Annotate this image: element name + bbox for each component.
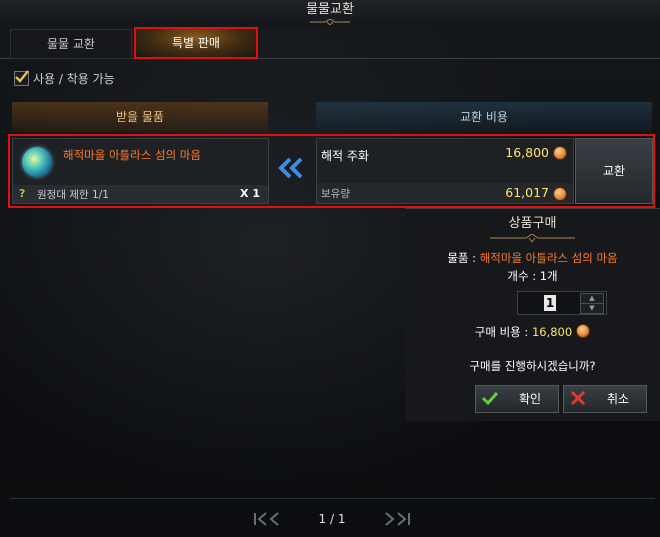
receive-item-footer: ? 원정대 제한 1/1 X 1	[13, 185, 268, 203]
item-row: 해적마을 아틀라스 섬의 마음 ? 원정대 제한 1/1 X 1 해적 주화 1…	[8, 134, 655, 208]
cost-card: 해적 주화 16,800 보유량 61,017	[316, 138, 574, 204]
tab-bar: 물물 교환 특별 판매	[0, 27, 660, 59]
check-icon	[482, 391, 498, 406]
title-ornament-icon	[310, 19, 350, 25]
divider	[10, 498, 655, 499]
purchase-item-name: 해적마을 아틀라스 섬의 마음	[479, 251, 618, 265]
usable-checkbox[interactable]	[14, 69, 29, 86]
purchase-cost-line: 구매 비용 : 16,800	[405, 324, 660, 340]
purchase-item-prefix: 물품 :	[447, 251, 480, 265]
close-icon	[570, 390, 586, 406]
receive-item-card[interactable]: 해적마을 아틀라스 섬의 마음 ? 원정대 제한 1/1 X 1	[12, 138, 269, 204]
cost-header: 교환 비용	[316, 102, 652, 132]
purchase-item-line: 물품 : 해적마을 아틀라스 섬의 마음	[405, 250, 660, 266]
quantity-text: X 1	[240, 187, 260, 200]
first-page-icon[interactable]	[252, 511, 282, 527]
confirm-button[interactable]: 확인	[475, 385, 559, 413]
item-orb-icon	[22, 147, 52, 177]
coin-icon	[553, 187, 567, 201]
quantity-stepper[interactable]: 1 ▲ ▼	[517, 291, 607, 315]
receive-item-name: 해적마을 아틀라스 섬의 마음	[63, 148, 201, 162]
purchase-cost-prefix: 구매 비용 :	[474, 325, 532, 339]
page-indicator: 1 / 1	[318, 512, 346, 526]
tab-special-sale[interactable]: 특별 판매	[134, 27, 258, 59]
coin-icon	[576, 324, 591, 338]
purchase-count: 개수 : 1개	[507, 269, 558, 283]
purchase-cost-value: 16,800	[531, 325, 573, 339]
owned-value: 61,017	[505, 185, 549, 200]
pagination: 1 / 1	[0, 510, 660, 530]
exchange-button[interactable]: 교환	[575, 138, 653, 204]
question-icon[interactable]: ?	[19, 187, 32, 200]
cancel-button[interactable]: 취소	[563, 385, 647, 413]
purchase-dialog: 상품구매 물품 : 해적마을 아틀라스 섬의 마음 개수 : 1개 1 ▲ ▼ …	[405, 208, 660, 421]
window-title: 물물교환	[306, 2, 354, 17]
double-left-arrow-icon	[278, 157, 303, 179]
tab-barter[interactable]: 물물 교환	[10, 29, 132, 59]
stepper-down-icon[interactable]: ▼	[580, 303, 604, 314]
confirm-label: 확인	[518, 392, 542, 406]
purchase-question: 구매를 진행하시겠습니까?	[469, 359, 596, 373]
cost-value: 16,800	[505, 145, 549, 160]
coin-icon	[553, 146, 567, 160]
window-title-bar: 물물교환	[0, 0, 660, 26]
owned-label: 보유량	[321, 188, 350, 200]
usable-filter[interactable]: 사용 / 착용 가능	[14, 69, 115, 87]
last-page-icon[interactable]	[382, 511, 412, 527]
owned-row: 보유량 61,017	[317, 183, 573, 203]
purchase-title: 상품구매	[508, 216, 557, 231]
usable-filter-label: 사용 / 착용 가능	[33, 71, 115, 86]
checkmark-icon	[15, 69, 29, 83]
cancel-label: 취소	[606, 392, 630, 406]
quantity-input[interactable]: 1	[544, 295, 556, 311]
limit-text: 원정대 제한 1/1	[37, 189, 109, 201]
cost-currency-name: 해적 주화	[321, 149, 369, 163]
receive-header: 받을 물품	[12, 102, 268, 132]
title-ornament-icon	[490, 234, 575, 242]
